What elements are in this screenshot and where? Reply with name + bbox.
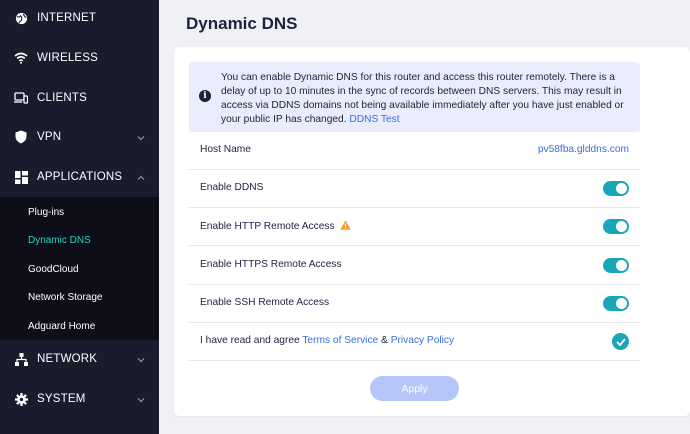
enable-http-toggle[interactable] xyxy=(603,219,629,234)
page-title: Dynamic DNS xyxy=(186,14,298,33)
enable-ddns-row: Enable DDNS xyxy=(189,170,640,208)
enable-https-toggle[interactable] xyxy=(603,258,629,273)
sidebar-item-label: CLIENTS xyxy=(37,92,87,104)
network-icon xyxy=(14,352,28,366)
notice-text: You can enable Dynamic DNS for this rout… xyxy=(221,72,624,125)
enable-http-label-wrap: Enable HTTP Remote Access xyxy=(200,220,351,233)
host-name-label: Host Name xyxy=(200,144,251,155)
enable-https-row: Enable HTTPS Remote Access xyxy=(189,247,640,285)
chevron-down-icon xyxy=(137,395,145,403)
sidebar-item-clients[interactable]: CLIENTS xyxy=(0,78,159,118)
wifi-icon xyxy=(14,51,28,65)
info-icon: i xyxy=(199,90,211,102)
agreement-text: I have read and agree Terms of Service &… xyxy=(200,335,454,346)
chevron-up-icon xyxy=(137,173,145,181)
sidebar-item-label: SYSTEM xyxy=(37,393,86,405)
submenu-item-network-storage[interactable]: Network Storage xyxy=(28,292,102,303)
agreement-prefix: I have read and agree xyxy=(200,335,300,346)
enable-ddns-label: Enable DDNS xyxy=(200,182,264,193)
applications-submenu: Plug-ins Dynamic DNS GoodCloud Network S… xyxy=(0,197,159,340)
toggle-knob xyxy=(616,260,627,271)
devices-icon xyxy=(14,91,28,105)
agreement-row: I have read and agree Terms of Service &… xyxy=(189,323,640,361)
sidebar-item-wireless[interactable]: WIRELESS xyxy=(0,38,159,78)
terms-of-service-link[interactable]: Terms of Service xyxy=(302,335,378,346)
submenu-item-adguard-home[interactable]: Adguard Home xyxy=(28,321,95,332)
enable-http-row: Enable HTTP Remote Access xyxy=(189,208,640,246)
chevron-down-icon xyxy=(137,355,145,363)
grid-icon xyxy=(14,170,28,184)
enable-ssh-label: Enable SSH Remote Access xyxy=(200,297,330,308)
host-name-row: Host Name pv58fba.glddns.com xyxy=(189,132,640,170)
sidebar-item-internet[interactable]: INTERNET xyxy=(0,0,159,38)
sidebar-item-label: VPN xyxy=(37,131,62,143)
enable-ssh-row: Enable SSH Remote Access xyxy=(189,285,640,323)
sidebar-item-system[interactable]: SYSTEM xyxy=(0,379,159,419)
privacy-policy-link[interactable]: Privacy Policy xyxy=(391,335,454,346)
notice-text-block: You can enable Dynamic DNS for this rout… xyxy=(221,71,631,127)
enable-https-label: Enable HTTPS Remote Access xyxy=(200,259,342,270)
sidebar-item-label: INTERNET xyxy=(37,12,97,24)
chevron-down-icon xyxy=(137,133,145,141)
toggle-knob xyxy=(616,221,627,232)
warning-icon[interactable] xyxy=(339,220,351,233)
sidebar-item-label: WIRELESS xyxy=(37,52,99,64)
enable-http-label: Enable HTTP Remote Access xyxy=(200,221,335,232)
ddns-card: i You can enable Dynamic DNS for this ro… xyxy=(174,47,690,416)
agree-checkbox[interactable] xyxy=(612,333,629,350)
host-name-value[interactable]: pv58fba.glddns.com xyxy=(538,144,629,155)
shield-icon xyxy=(14,130,28,144)
submenu-item-goodcloud[interactable]: GoodCloud xyxy=(28,264,79,275)
sidebar-item-vpn[interactable]: VPN xyxy=(0,117,159,157)
sidebar-item-applications[interactable]: APPLICATIONS xyxy=(0,157,159,197)
toggle-knob xyxy=(616,183,627,194)
gear-icon xyxy=(14,392,28,406)
apply-button[interactable]: Apply xyxy=(370,376,459,401)
enable-ddns-toggle[interactable] xyxy=(603,181,629,196)
submenu-item-plugins[interactable]: Plug-ins xyxy=(28,207,64,218)
toggle-knob xyxy=(616,298,627,309)
agreement-ampersand: & xyxy=(381,335,388,346)
sidebar: INTERNET WIRELESS CLIENTS VPN APPLICATIO… xyxy=(0,0,159,434)
sidebar-item-label: NETWORK xyxy=(37,353,98,365)
enable-ssh-toggle[interactable] xyxy=(603,296,629,311)
sidebar-item-label: APPLICATIONS xyxy=(37,171,123,183)
info-notice: i You can enable Dynamic DNS for this ro… xyxy=(189,62,640,132)
globe-icon xyxy=(14,11,28,25)
checkmark-icon xyxy=(615,337,626,346)
ddns-test-link[interactable]: DDNS Test xyxy=(349,114,399,125)
submenu-item-dynamic-dns[interactable]: Dynamic DNS xyxy=(28,235,91,246)
sidebar-item-network[interactable]: NETWORK xyxy=(0,339,159,379)
